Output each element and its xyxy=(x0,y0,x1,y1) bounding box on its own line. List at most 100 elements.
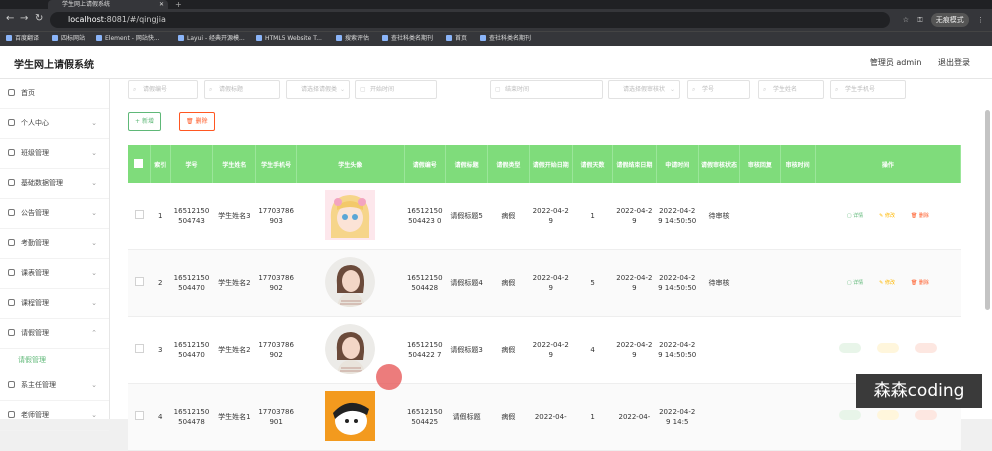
cell-student-no: 16512150504478 xyxy=(170,383,213,451)
star-icon[interactable]: ☆ xyxy=(903,16,909,24)
bookmark-item[interactable]: 查社科类名期刊 xyxy=(382,34,433,44)
bookmark-item[interactable]: 百度翻译 xyxy=(6,34,39,44)
cell-student-phone: 17703786903 xyxy=(255,183,297,250)
notice-icon xyxy=(8,209,15,216)
delete-button[interactable]: 🗑 删除 xyxy=(179,112,215,131)
sidebar-item-home[interactable]: 首页 xyxy=(0,79,109,109)
sidebar-item-notice[interactable]: 公告管理 ⌄ xyxy=(0,199,109,229)
bookmark-item[interactable]: Layui - 经典开源模... xyxy=(178,34,245,44)
delete-row-button[interactable]: 🗑 删除 xyxy=(911,211,929,221)
leave-title-input[interactable]: ⌕ 请假标题 xyxy=(204,80,280,99)
timetable-icon xyxy=(8,269,15,276)
close-tab-icon[interactable]: ✕ xyxy=(159,0,164,9)
cell-student-name: 学生姓名2 xyxy=(212,249,256,317)
bookmark-item[interactable]: HTML5 Website T... xyxy=(256,34,322,44)
cell-index: 1 xyxy=(150,183,171,250)
app-title: 学生网上请假系统 xyxy=(14,60,94,71)
browser-tab[interactable]: 学生网上请假系统 ✕ xyxy=(48,0,168,9)
cell-index: 2 xyxy=(150,249,171,317)
student-name-input[interactable]: ⌕ 学生姓名 xyxy=(758,80,824,99)
cell-days: 1 xyxy=(572,183,613,250)
edit-button[interactable]: ✎ 修改 xyxy=(879,278,895,288)
add-button[interactable]: + 新增 xyxy=(128,112,161,131)
cell-student-phone: 17703786902 xyxy=(255,316,297,384)
watermark: 森森coding xyxy=(856,374,982,408)
leave-type-select[interactable]: 请选择请假类 ⌄ xyxy=(286,80,350,99)
select-all-checkbox[interactable] xyxy=(128,145,151,183)
row-checkbox[interactable] xyxy=(128,383,151,451)
sidebar-subitem-leave-manage[interactable]: 请假管理 xyxy=(0,349,109,371)
reload-icon[interactable]: ↻ xyxy=(35,13,43,24)
mouse-cursor-highlight xyxy=(376,364,402,390)
menu-icon[interactable]: ⋮ xyxy=(977,16,984,24)
sidebar-item-leave[interactable]: 请假管理 ⌃ xyxy=(0,319,109,349)
column-header: 学生手机号 xyxy=(255,145,297,183)
edit-button[interactable]: ✎ 修改 xyxy=(879,211,895,221)
leave-no-input[interactable]: ⌕ 请假编号 xyxy=(128,80,198,99)
cell-leave-type: 病假 xyxy=(487,383,530,451)
forward-icon[interactable]: → xyxy=(20,13,28,24)
column-header: 索引 xyxy=(150,145,171,183)
header-right: 管理员 admin 退出登录 xyxy=(856,57,970,68)
cell-operations: ▢ 详情 ✎ 修改 🗑 删除 xyxy=(815,183,961,250)
incognito-badge[interactable]: 无痕模式 xyxy=(930,13,969,27)
sidebar-item-profile[interactable]: 个人中心 ⌄ xyxy=(0,109,109,139)
back-icon[interactable]: ← xyxy=(6,13,14,24)
avatar xyxy=(325,189,376,240)
bookmark-item[interactable]: 查社科类名期刊 xyxy=(480,34,531,44)
cell-audit-status xyxy=(698,316,740,384)
student-no-input[interactable]: ⌕ 学号 xyxy=(687,80,750,99)
sidebar-item-teacher[interactable]: 老师管理 ⌄ xyxy=(0,401,109,431)
audit-status-select[interactable]: 请选择假审核状 ⌄ xyxy=(608,80,680,99)
avatar xyxy=(325,256,376,307)
browser-toolbar-right: ☆ ⚿ 无痕模式 ⋮ xyxy=(903,13,984,27)
row-checkbox[interactable] xyxy=(128,316,151,384)
scrollbar[interactable] xyxy=(985,110,990,310)
chevron-up-icon: ⌃ xyxy=(91,329,97,337)
sidebar-item-course[interactable]: 课程管理 ⌄ xyxy=(0,289,109,319)
start-time-input[interactable]: ▢ 开始时间 xyxy=(355,80,437,99)
admin-label: 管理员 admin xyxy=(869,58,922,67)
sidebar-item-class[interactable]: 班级管理 ⌄ xyxy=(0,139,109,169)
bookmark-item[interactable]: 首页 xyxy=(446,34,467,44)
end-time-input[interactable]: ▢ 结束时间 xyxy=(490,80,603,99)
row-checkbox[interactable] xyxy=(128,249,151,317)
delete-row-button[interactable]: 🗑 删除 xyxy=(911,278,929,288)
edit-button[interactable] xyxy=(876,343,899,353)
calendar-icon: ▢ xyxy=(495,86,501,93)
detail-button[interactable] xyxy=(838,343,861,353)
cell-avatar xyxy=(296,383,405,451)
column-header: 学号 xyxy=(170,145,214,183)
logout-link[interactable]: 退出登录 xyxy=(938,58,970,67)
delete-row-button[interactable] xyxy=(914,343,937,353)
detail-button[interactable]: ▢ 详情 xyxy=(847,211,863,221)
bookmark-item[interactable]: 搜索评估 xyxy=(336,34,369,44)
bookmark-item[interactable]: Element - 网站快... xyxy=(96,34,160,44)
detail-button[interactable]: ▢ 详情 xyxy=(847,278,863,288)
url-input[interactable]: localhost:8081/#/qingjia xyxy=(50,12,890,28)
new-tab-icon[interactable]: + xyxy=(175,0,182,9)
course-icon xyxy=(8,299,15,306)
cell-audit-status: 待审核 xyxy=(698,249,740,317)
sidebar-item-attendance[interactable]: 考勤管理 ⌄ xyxy=(0,229,109,259)
user-icon xyxy=(8,119,15,126)
cell-student-no: 16512150504743 xyxy=(170,183,213,250)
avatar xyxy=(325,323,376,374)
chevron-down-icon: ⌄ xyxy=(339,86,345,93)
search-icon: ⌕ xyxy=(835,86,839,93)
bookmark-item[interactable]: 四标网站 xyxy=(52,34,85,44)
student-phone-input[interactable]: ⌕ 学生手机号 xyxy=(830,80,906,99)
cell-leave-type: 病假 xyxy=(487,316,530,384)
cell-avatar xyxy=(296,249,405,317)
table-row: 3 16512150504470 学生姓名2 17703786902 165121505… xyxy=(128,316,961,384)
chevron-down-icon: ⌄ xyxy=(91,209,97,217)
sidebar-item-dept-head[interactable]: 系主任管理 ⌄ xyxy=(0,371,109,401)
sidebar-item-basic-data[interactable]: 基础数据管理 ⌄ xyxy=(0,169,109,199)
row-checkbox[interactable] xyxy=(128,183,151,250)
cell-apply-time: 2022-04-29 14:5 xyxy=(656,383,699,451)
chevron-down-icon: ⌄ xyxy=(91,411,97,419)
key-icon[interactable]: ⚿ xyxy=(917,16,922,24)
sidebar-item-timetable[interactable]: 课表管理 ⌄ xyxy=(0,259,109,289)
teacher-icon xyxy=(8,411,15,418)
url-path: :8081/#/qingjia xyxy=(103,15,166,24)
